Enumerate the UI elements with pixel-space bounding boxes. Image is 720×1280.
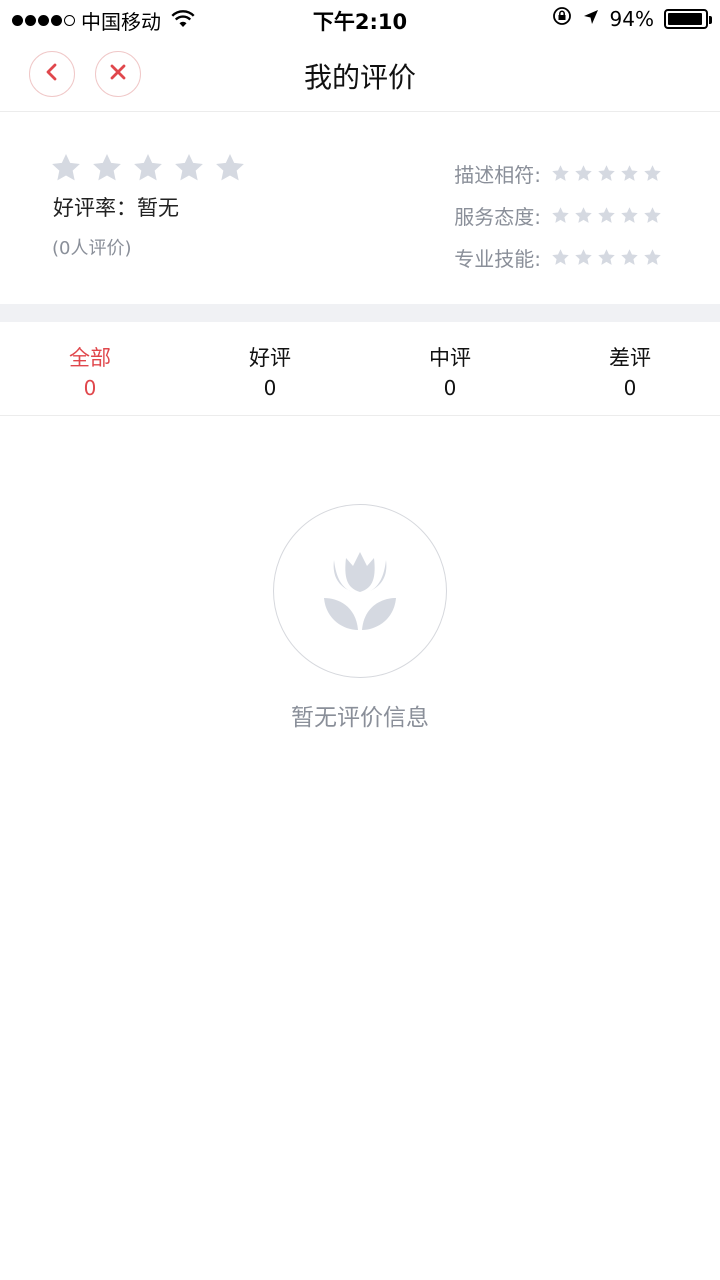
empty-state-text: 暂无评价信息: [291, 705, 429, 731]
star-icon: [575, 248, 592, 265]
star-icon: [644, 164, 661, 181]
tab-label: 中评: [429, 346, 471, 370]
sub-rating-service: 服务态度:: [454, 194, 662, 236]
star-icon: [598, 164, 615, 181]
sub-rating-stars: [551, 164, 662, 183]
star-icon: [52, 154, 80, 181]
sub-rating-description: 描述相符:: [454, 152, 662, 194]
tab-count: 0: [443, 376, 457, 400]
nav-bar: 我的评价: [0, 36, 720, 112]
sub-rating-skill: 专业技能:: [454, 236, 662, 278]
star-icon: [552, 206, 569, 223]
star-icon: [598, 206, 615, 223]
rating-summary: 好评率：暂无 (0人评价) 描述相符: 服务态度: 专业技能:: [0, 112, 720, 304]
sub-rating-stars: [551, 248, 662, 267]
page-title: 我的评价: [303, 61, 416, 94]
sub-rating-stars: [551, 206, 662, 225]
rotation-lock-icon: [552, 6, 572, 31]
tab-count: 0: [623, 376, 637, 400]
star-icon: [621, 206, 638, 223]
star-icon: [621, 248, 638, 265]
tab-count: 0: [83, 376, 97, 400]
review-count-text: (0人评价): [52, 238, 132, 259]
star-icon: [598, 248, 615, 265]
empty-state-illustration: [273, 504, 447, 678]
star-icon: [644, 248, 661, 265]
battery-percent: 94%: [609, 6, 654, 31]
star-icon: [216, 154, 244, 181]
sub-rating-label: 专业技能:: [454, 246, 541, 271]
star-icon: [575, 164, 592, 181]
star-icon: [134, 154, 162, 181]
sub-ratings: 描述相符: 服务态度: 专业技能:: [454, 152, 662, 278]
section-divider: [0, 304, 720, 322]
tab-label: 全部: [69, 346, 111, 370]
tab-label: 差评: [609, 346, 651, 370]
tab-all[interactable]: 全部 0: [0, 322, 180, 415]
star-icon: [644, 206, 661, 223]
tulip-icon: [322, 546, 398, 636]
star-icon: [552, 164, 569, 181]
status-bar: 中国移动 下午2:10 94%: [0, 0, 720, 36]
tab-neutral[interactable]: 中评 0: [360, 322, 540, 415]
tab-label: 好评: [249, 346, 291, 370]
tab-count: 0: [263, 376, 277, 400]
tab-positive[interactable]: 好评 0: [180, 322, 360, 415]
star-icon: [552, 248, 569, 265]
star-icon: [175, 154, 203, 181]
sub-rating-label: 描述相符:: [454, 162, 541, 187]
sub-rating-label: 服务态度:: [454, 204, 541, 229]
positive-rate-text: 好评率：暂无: [53, 196, 179, 220]
battery-icon: [664, 8, 712, 29]
location-arrow-icon: [582, 7, 600, 31]
overall-stars: [50, 152, 246, 184]
star-icon: [93, 154, 121, 181]
star-icon: [575, 206, 592, 223]
tab-negative[interactable]: 差评 0: [540, 322, 720, 415]
review-filter-tabs: 全部 0 好评 0 中评 0 差评 0: [0, 322, 720, 416]
star-icon: [621, 164, 638, 181]
